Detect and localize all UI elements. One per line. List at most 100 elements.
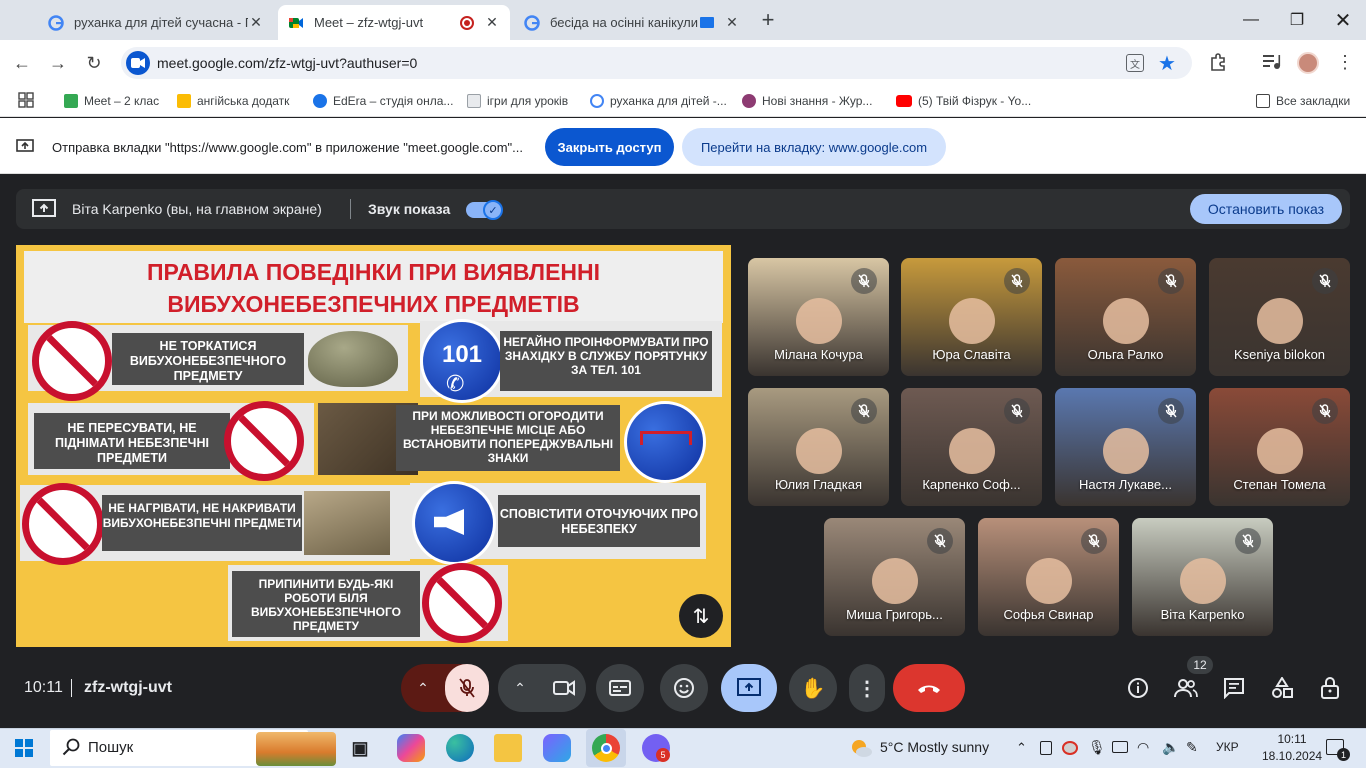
participant-tile[interactable]: Kseniya bilokon bbox=[1209, 258, 1350, 376]
more-options-button[interactable]: ⋮ bbox=[849, 664, 885, 712]
volume-icon[interactable]: 🔈 bbox=[1162, 739, 1179, 756]
close-tab-icon[interactable]: ✕ bbox=[248, 14, 264, 31]
mic-muted-icon bbox=[1081, 528, 1107, 554]
minimize-icon[interactable]: — bbox=[1228, 0, 1274, 40]
activities-icon[interactable] bbox=[1262, 668, 1302, 708]
hang-up-icon bbox=[918, 685, 940, 693]
chrome-icon[interactable] bbox=[592, 734, 620, 762]
chat-icon[interactable] bbox=[1214, 668, 1254, 708]
mic-options-chevron-icon[interactable]: ⌃ bbox=[401, 680, 445, 697]
pen-icon[interactable]: ✎ bbox=[1186, 739, 1198, 756]
participant-video bbox=[795, 428, 842, 474]
extensions-icon[interactable] bbox=[1208, 52, 1228, 72]
language-indicator[interactable]: УКР bbox=[1216, 740, 1239, 754]
edge-icon[interactable] bbox=[446, 734, 474, 762]
poster-title-line2: ВИБУХОНЕБЕЗПЕЧНИХ ПРЕДМЕТІВ bbox=[167, 291, 580, 317]
task-view-icon[interactable]: ▣ bbox=[346, 734, 374, 762]
mic-off-icon[interactable] bbox=[445, 664, 489, 712]
tray-device-icon[interactable] bbox=[1040, 741, 1052, 755]
media-control-icon[interactable] bbox=[1262, 53, 1282, 71]
divider bbox=[71, 679, 72, 697]
close-tab-icon[interactable]: ✕ bbox=[484, 14, 500, 31]
wifi-icon[interactable]: ◠ bbox=[1137, 739, 1149, 756]
participant-tile[interactable]: Віта Karpenko bbox=[1132, 518, 1273, 636]
participant-name: Ольга Ралко bbox=[1087, 347, 1164, 362]
bookmark-games[interactable]: ігри для уроків bbox=[467, 92, 568, 110]
bookmark-english[interactable]: ангійська додатк bbox=[177, 92, 289, 110]
camera-icon[interactable] bbox=[542, 680, 586, 696]
leave-call-button[interactable] bbox=[893, 664, 965, 712]
participant-tile[interactable]: Юра Славіта bbox=[901, 258, 1042, 376]
participant-tile[interactable]: Настя Лукаве... bbox=[1055, 388, 1196, 506]
show-hidden-icons-chevron[interactable]: ⌃ bbox=[1016, 740, 1027, 756]
new-tab-icon[interactable]: + bbox=[756, 7, 780, 32]
participant-tile[interactable]: Софья Свинар bbox=[978, 518, 1119, 636]
present-button[interactable] bbox=[721, 664, 777, 712]
tray-security-icon[interactable] bbox=[1062, 741, 1078, 755]
meet-site-icon[interactable] bbox=[126, 51, 150, 75]
weather-text[interactable]: 5°C Mostly sunny bbox=[880, 739, 989, 755]
stop-presenting-button[interactable]: Остановить показ bbox=[1190, 194, 1342, 224]
bookmark-meet[interactable]: Meet – 2 клас bbox=[64, 92, 159, 110]
copilot-icon[interactable] bbox=[397, 734, 425, 762]
clock-date: 18.10.2024 bbox=[1262, 749, 1323, 763]
participant-name: Миша Григорь... bbox=[846, 607, 943, 622]
weather-icon[interactable] bbox=[850, 738, 872, 758]
raise-hand-button[interactable]: ✋ bbox=[789, 664, 837, 712]
participant-name: Степан Томела bbox=[1233, 477, 1326, 492]
meeting-info-icon[interactable] bbox=[1118, 668, 1158, 708]
profile-avatar[interactable] bbox=[1297, 52, 1319, 74]
mic-muted-icon bbox=[851, 268, 877, 294]
goto-shared-tab-button[interactable]: Перейти на вкладку: www.google.com bbox=[682, 128, 946, 166]
reactions-button[interactable] bbox=[660, 664, 708, 712]
url-text: meet.google.com/zfz-wtgj-uvt?authuser=0 bbox=[157, 55, 418, 71]
participant-video bbox=[948, 298, 995, 344]
people-icon[interactable] bbox=[1166, 668, 1206, 708]
restore-icon[interactable]: ❐ bbox=[1274, 0, 1320, 40]
apps-grid-icon[interactable] bbox=[18, 92, 34, 108]
captions-button[interactable] bbox=[596, 664, 644, 712]
rule2-text: НЕГАЙНО ПРОІНФОРМУВАТИ ПРО ЗНАХІДКУ В СЛ… bbox=[503, 335, 709, 377]
translate-icon[interactable]: 文 bbox=[1126, 54, 1144, 72]
stop-sharing-button[interactable]: Закрыть доступ bbox=[545, 128, 674, 166]
back-icon[interactable]: ← bbox=[7, 48, 37, 78]
tray-mic-icon[interactable]: 🎙 bbox=[1088, 739, 1106, 756]
presenter-name: Віта Karpenko (вы, на главном экране) bbox=[72, 201, 322, 217]
browser-tab-1[interactable]: руханка для дітей сучасна - По ✕ bbox=[38, 5, 274, 40]
participant-name: Карпенко Соф... bbox=[922, 477, 1021, 492]
tab-title: руханка для дітей сучасна - По bbox=[74, 15, 248, 30]
chrome-menu-icon[interactable]: ⋮ bbox=[1336, 52, 1354, 73]
windows-start-icon[interactable] bbox=[15, 739, 33, 757]
participant-video bbox=[1025, 558, 1072, 604]
browser-tab-3[interactable]: бесіда на осінні канікули - ✕ bbox=[514, 5, 750, 40]
bookmark-label: руханка для дітей -... bbox=[610, 94, 727, 108]
check-icon[interactable]: ✓ bbox=[483, 200, 503, 220]
reload-icon[interactable]: ↻ bbox=[79, 48, 109, 78]
participant-video bbox=[1102, 428, 1149, 474]
close-tab-icon[interactable]: ✕ bbox=[724, 14, 740, 31]
bookmark-novi-znannia[interactable]: Нові знання - Жур... bbox=[742, 92, 872, 110]
participant-video bbox=[1256, 298, 1303, 344]
file-explorer-icon[interactable] bbox=[494, 734, 522, 762]
browser-tab-meet[interactable]: Meet – zfz-wtgj-uvt ✕ bbox=[278, 5, 510, 40]
swap-view-button[interactable]: ⇅ bbox=[679, 594, 723, 638]
close-window-icon[interactable]: ✕ bbox=[1320, 0, 1366, 40]
participant-tile[interactable]: Мілана Кочура bbox=[748, 258, 889, 376]
participant-tile[interactable]: Ольга Ралко bbox=[1055, 258, 1196, 376]
participant-tile[interactable]: Миша Григорь... bbox=[824, 518, 965, 636]
bookmark-edera[interactable]: EdEra – студія онла... bbox=[313, 92, 453, 110]
participant-tile[interactable]: Карпенко Соф... bbox=[901, 388, 1042, 506]
participant-tile[interactable]: Степан Томела bbox=[1209, 388, 1350, 506]
host-controls-icon[interactable] bbox=[1310, 668, 1350, 708]
bookmark-rukhanka[interactable]: руханка для дітей -... bbox=[590, 92, 727, 110]
battery-icon[interactable] bbox=[1112, 741, 1128, 753]
app-icon[interactable] bbox=[543, 734, 571, 762]
more-vert-icon: ⋮ bbox=[857, 677, 877, 700]
forward-icon[interactable]: → bbox=[43, 48, 73, 78]
bookmark-star-icon[interactable]: ★ bbox=[1158, 51, 1176, 76]
participant-tile[interactable]: Юлия Гладкая bbox=[748, 388, 889, 506]
all-bookmarks[interactable]: Все закладки bbox=[1256, 92, 1350, 110]
system-clock[interactable]: 10:11 18.10.2024 bbox=[1262, 731, 1322, 765]
bookmark-youtube[interactable]: (5) Твій Фізрук - Yo... bbox=[896, 92, 1031, 110]
camera-options-chevron-icon[interactable]: ⌃ bbox=[498, 680, 542, 697]
